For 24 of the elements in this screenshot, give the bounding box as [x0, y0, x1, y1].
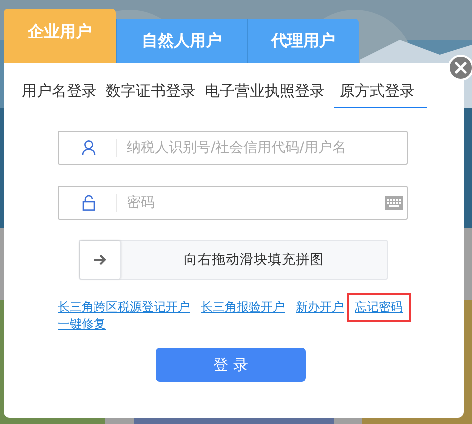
login-method-tab[interactable]: 用户名登录 — [22, 82, 97, 108]
link[interactable]: 长三角报验开户 — [201, 300, 285, 315]
user-type-tab[interactable]: 自然人用户 — [116, 19, 247, 63]
slider-hint: 向右拖动滑块填充拼图 — [183, 251, 325, 269]
link[interactable]: 忘记密码 — [347, 293, 411, 322]
login-button[interactable]: 登 录 — [156, 348, 306, 382]
user-icon — [82, 140, 96, 156]
link[interactable]: 一键修复 — [58, 317, 106, 332]
close-icon — [455, 62, 467, 74]
password-field[interactable]: 密码 — [58, 186, 408, 220]
keyboard-icon[interactable] — [385, 196, 403, 210]
login-method-tab[interactable]: 数字证书登录 — [106, 82, 196, 108]
lock-icon — [82, 195, 96, 211]
username-input[interactable]: 纳税人识别号/社会信用代码/用户名 — [127, 140, 407, 156]
login-method-tab[interactable]: 原方式登录 — [334, 82, 427, 108]
arrow-right-icon — [93, 254, 107, 266]
login-method-tab[interactable]: 电子营业执照登录 — [205, 82, 325, 108]
link[interactable]: 长三角跨区税源登记开户 — [58, 300, 190, 315]
user-type-tab[interactable]: 代理用户 — [247, 19, 359, 63]
close-button[interactable] — [448, 55, 472, 81]
password-input[interactable]: 密码 — [127, 195, 385, 211]
link[interactable]: 新办开户 — [296, 300, 344, 315]
username-field[interactable]: 纳税人识别号/社会信用代码/用户名 — [58, 131, 408, 165]
slider-handle[interactable] — [80, 241, 121, 279]
